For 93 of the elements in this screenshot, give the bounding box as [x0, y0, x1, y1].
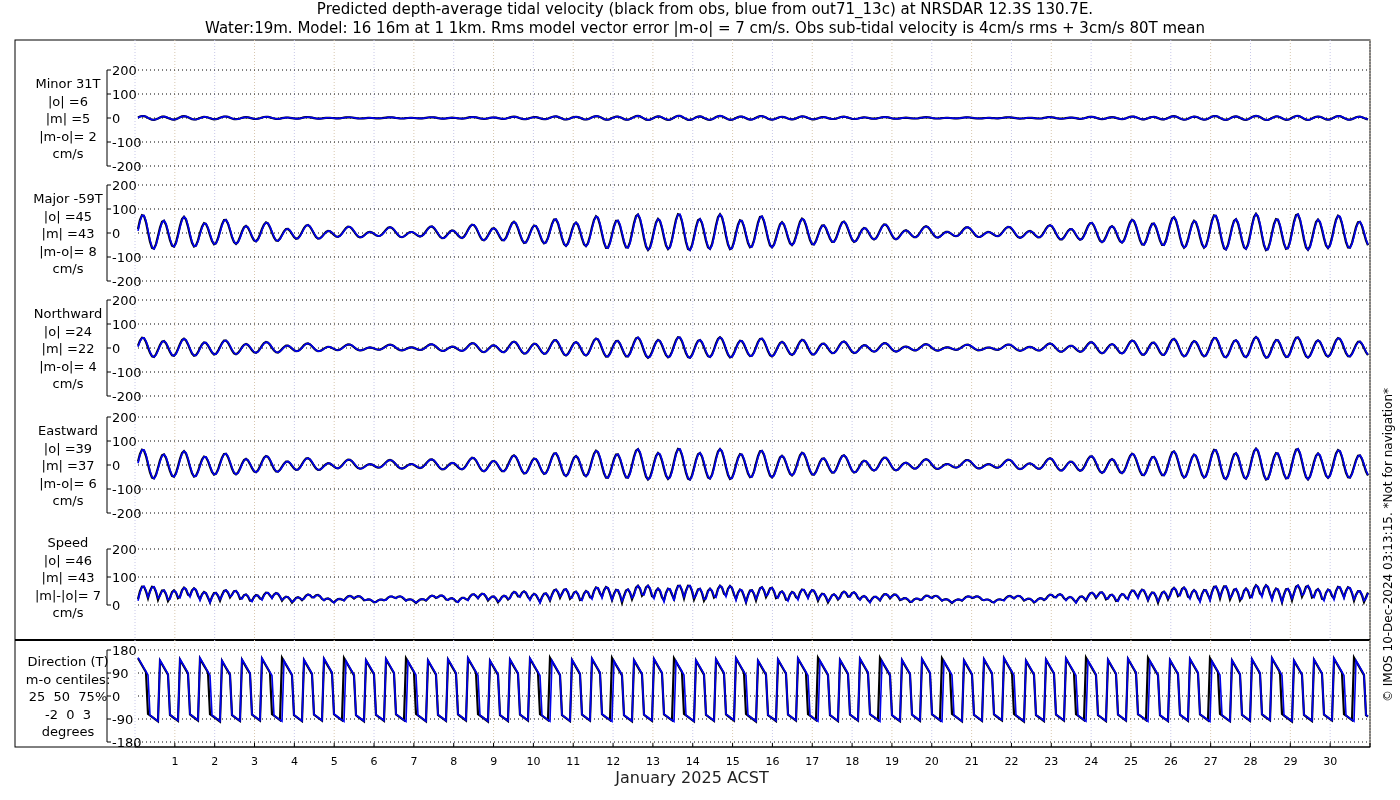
y-tick-label: 0 [112, 111, 121, 126]
x-axis-label: January 2025 ACST [615, 768, 769, 787]
panel-label: |o| =24 [43, 323, 93, 339]
x-tick-label: 28 [1243, 755, 1258, 768]
y-tick-label: -200 [112, 159, 142, 174]
x-tick-label: 1 [171, 755, 179, 768]
panel-label: cm/s [52, 261, 84, 276]
panel-label: m-o centiles: [25, 671, 111, 687]
y-tick-label: 0 [112, 458, 121, 473]
panel-label: Northward [33, 306, 103, 321]
y-tick-label: 200 [112, 542, 137, 557]
x-tick-label: 3 [251, 755, 259, 768]
panel-label: Eastward [38, 423, 98, 438]
x-tick-label: 26 [1163, 755, 1178, 768]
panel-label: Direction (T) [27, 654, 109, 669]
y-tick-label: 200 [112, 63, 137, 78]
x-tick-label: 23 [1044, 755, 1059, 768]
y-tick-label: 100 [112, 317, 137, 332]
panel-label: Speed [47, 535, 89, 550]
x-tick-label: 9 [490, 755, 498, 768]
footer-note: © IMOS 10-Dec-2024 03:13:15. *Not for navigation* [1381, 387, 1395, 703]
panel-label: |m| =22 [41, 341, 95, 356]
panel-label: |m| =43 [41, 570, 95, 585]
x-tick-label: 25 [1124, 755, 1139, 768]
y-tick-label: -200 [112, 389, 142, 404]
panel-label: |m-o|= 2 [39, 128, 97, 144]
y-tick-label: 200 [112, 410, 137, 425]
panel-label: |m-o|= 6 [39, 475, 97, 491]
x-tick-label: 29 [1283, 755, 1298, 768]
chart-title: Water:19m. Model: 16 16m at 1 1km. Rms model vector error |m-o| = 7 cm/s. Obs sub-tidal velocity is 4cm/s rms + 3cm/s 80T mean [205, 19, 1205, 37]
x-tick-label: 16 [765, 755, 780, 768]
panel-label: Minor 31T [35, 76, 101, 91]
y-tick-label: 200 [112, 178, 137, 193]
panel-label: -2 0 3 [45, 706, 91, 722]
panel-label: degrees [41, 724, 95, 739]
panel-label: |m-o|= 8 [39, 243, 97, 259]
x-tick-label: 20 [924, 755, 939, 768]
y-tick-label: -100 [112, 365, 142, 380]
panel-label: |o| =45 [43, 208, 93, 224]
panel-label: |m|-|o|= 7 [34, 587, 102, 603]
y-tick-label: -100 [112, 135, 142, 150]
panel-label: 25 50 75% [28, 689, 108, 704]
y-tick-label: 0 [112, 598, 121, 613]
x-tick-label: 15 [725, 755, 740, 768]
x-tick-label: 24 [1084, 755, 1099, 768]
panel-label: |m| =43 [41, 226, 95, 241]
x-tick-label: 7 [410, 755, 418, 768]
y-tick-label: -180 [112, 735, 142, 750]
panel-label: |m| =5 [45, 111, 91, 126]
x-tick-label: 5 [330, 755, 338, 768]
y-tick-label: -200 [112, 506, 142, 521]
panel-label: cm/s [52, 376, 84, 391]
x-tick-label: 14 [685, 755, 700, 768]
panel-label: |m-o|= 4 [39, 358, 97, 374]
y-tick-label: -90 [112, 712, 134, 727]
y-tick-label: 100 [112, 570, 137, 585]
panel-label: |o| =46 [43, 552, 93, 568]
x-tick-label: 6 [370, 755, 378, 768]
x-tick-label: 2 [211, 755, 219, 768]
y-tick-label: 100 [112, 87, 137, 102]
panel-label: |m| =37 [41, 458, 95, 473]
panel-label: cm/s [52, 146, 84, 161]
x-tick-label: 27 [1203, 755, 1218, 768]
y-tick-label: 180 [112, 643, 137, 658]
x-tick-label: 11 [566, 755, 581, 768]
panel-label: Major -59T [33, 191, 103, 206]
y-tick-label: -200 [112, 274, 142, 289]
y-tick-label: 100 [112, 202, 137, 217]
chart-title: Predicted depth-average tidal velocity (black from obs, blue from out71_13c) at NRSDAR 12.3S 130.7E. [316, 0, 1094, 18]
x-tick-label: 30 [1323, 755, 1338, 768]
y-tick-label: 100 [112, 434, 137, 449]
x-tick-label: 18 [845, 755, 860, 768]
x-tick-label: 4 [290, 755, 298, 768]
y-tick-label: -100 [112, 482, 142, 497]
y-tick-label: -100 [112, 250, 142, 265]
y-tick-label: 90 [112, 666, 129, 681]
panel-label: |o| =6 [48, 93, 88, 109]
x-tick-label: 19 [885, 755, 899, 768]
y-tick-label: 0 [112, 226, 121, 241]
x-tick-label: 8 [450, 755, 458, 768]
panel-label: cm/s [52, 493, 84, 508]
x-tick-label: 12 [606, 755, 621, 768]
y-tick-label: 200 [112, 293, 137, 308]
x-tick-label: 21 [964, 755, 979, 768]
x-tick-label: 10 [526, 755, 541, 768]
y-axis [106, 548, 112, 606]
x-tick-label: 22 [1004, 755, 1019, 768]
panel-label: cm/s [52, 605, 84, 620]
y-tick-label: 0 [112, 689, 121, 704]
y-tick-label: 0 [112, 341, 121, 356]
x-tick-label: 13 [646, 755, 660, 768]
panel-label: |o| =39 [43, 440, 93, 456]
x-tick-label: 17 [805, 755, 820, 768]
